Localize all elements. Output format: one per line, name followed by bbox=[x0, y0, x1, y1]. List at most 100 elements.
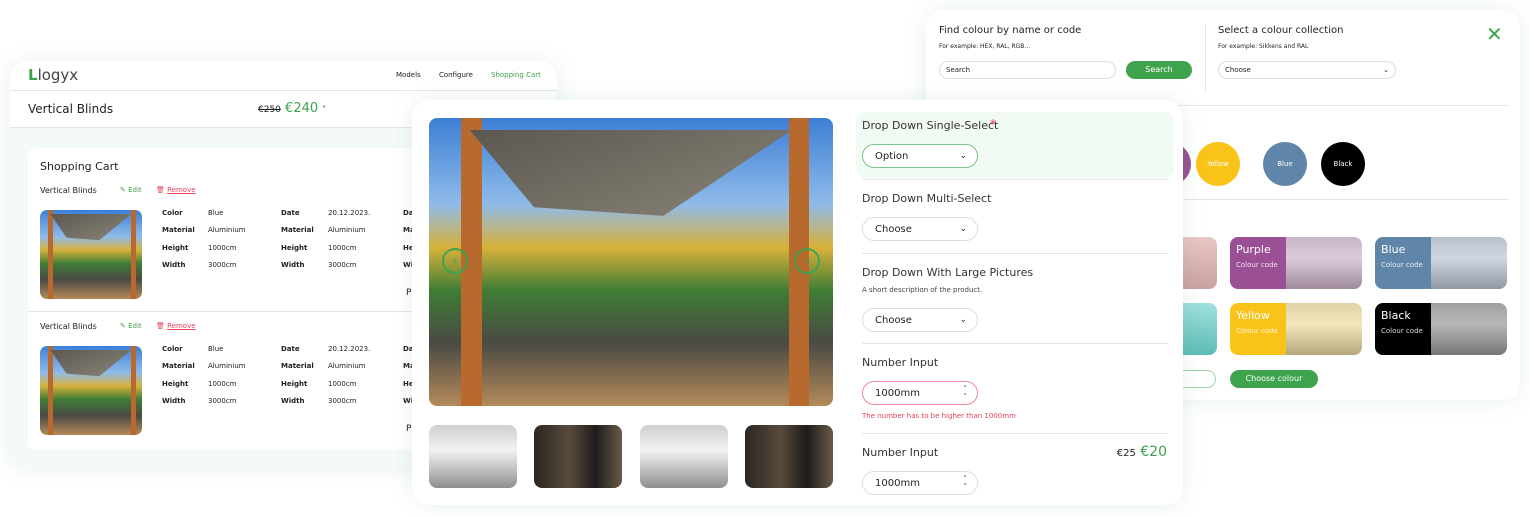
field-label: Drop Down With Large Pictures bbox=[862, 266, 1034, 279]
spec-label: Width bbox=[162, 260, 186, 269]
error-message: The number has to be higher than 1000mm bbox=[862, 412, 1016, 420]
spec-value: 1000cm bbox=[208, 243, 237, 252]
multi-select-dropdown[interactable]: Choose ⌄ bbox=[862, 217, 978, 241]
collection-select[interactable]: Choose ⌄ bbox=[1218, 61, 1396, 79]
spec-value: Aluminium bbox=[328, 226, 366, 235]
cart-item-price: P bbox=[406, 424, 412, 434]
old-price: €250 bbox=[258, 105, 281, 115]
edit-button[interactable]: ✎ Edit bbox=[120, 186, 142, 194]
cart-item-price: P bbox=[406, 288, 412, 298]
single-select-dropdown[interactable]: Option ⌄ bbox=[862, 144, 978, 168]
spec-label: Color bbox=[162, 209, 183, 217]
chevron-down-icon: ⌄ bbox=[959, 224, 967, 234]
colour-card[interactable]: Blue Colour code bbox=[1375, 237, 1507, 289]
spec-label: Width bbox=[281, 260, 305, 269]
configurator-panel: ‹ › Drop Down Single-Select * Option ⌄ Dr… bbox=[412, 100, 1183, 505]
field-label: Drop Down Single-Select bbox=[862, 119, 999, 132]
cart-item-name: Vertical Blinds bbox=[40, 322, 97, 331]
spec-label: Color bbox=[162, 345, 183, 353]
find-colour-title: Find colour by name or code bbox=[939, 25, 1082, 36]
spec-value: 3000cm bbox=[208, 396, 237, 405]
remove-button[interactable]: 🗑 Remove bbox=[156, 322, 196, 330]
cart-item-image bbox=[40, 346, 142, 435]
nav-shopping-cart[interactable]: Shopping Cart bbox=[491, 71, 541, 79]
logo[interactable]: Llogyx bbox=[28, 66, 78, 84]
pencil-icon: ✎ bbox=[120, 322, 126, 330]
stepper-icon[interactable]: ˄ ˅ bbox=[964, 475, 968, 491]
field-description: A short description of the product. bbox=[862, 286, 983, 294]
spec-label: Material bbox=[162, 226, 195, 235]
chevron-down-icon: ⌄ bbox=[959, 315, 967, 325]
product-image bbox=[429, 118, 833, 406]
thumbnail[interactable] bbox=[534, 425, 622, 488]
field-price: €25 €20 bbox=[1116, 444, 1167, 460]
trash-icon: 🗑 bbox=[156, 186, 165, 194]
spec-value: 1000cm bbox=[328, 379, 357, 388]
nav-models[interactable]: Models bbox=[396, 71, 421, 79]
stepper-icon[interactable]: ˄ ˅ bbox=[964, 385, 968, 401]
spec-label: Height bbox=[281, 243, 308, 252]
spec-value: 1000cm bbox=[208, 379, 237, 388]
previous-image-button[interactable]: ‹ bbox=[442, 248, 468, 274]
large-pictures-dropdown[interactable]: Choose ⌄ bbox=[862, 308, 978, 332]
price-dropdown[interactable]: €250 €240 ˅ bbox=[258, 101, 326, 116]
thumbnail[interactable] bbox=[429, 425, 517, 488]
spec-value: 20.12.2023. bbox=[328, 209, 371, 217]
spec-label: Date bbox=[281, 345, 300, 353]
trash-icon: 🗑 bbox=[156, 322, 165, 330]
find-colour-hint: For example: HEX, RAL, RGB... bbox=[939, 43, 1031, 50]
spec-value: 3000cm bbox=[208, 260, 237, 269]
spec-label: Material bbox=[281, 362, 314, 371]
spec-value: Blue bbox=[208, 345, 224, 353]
field-label: Number Input bbox=[862, 446, 939, 459]
number-input-error[interactable]: 1000mm ˄ ˅ bbox=[862, 381, 978, 405]
search-button[interactable]: Search bbox=[1126, 61, 1192, 79]
chevron-down-icon: ⌄ bbox=[959, 151, 967, 161]
cart-item-name: Vertical Blinds bbox=[40, 186, 97, 195]
nav-configure[interactable]: Configure bbox=[439, 71, 473, 79]
next-image-button[interactable]: › bbox=[794, 248, 820, 274]
collection-title: Select a colour collection bbox=[1218, 25, 1344, 36]
pencil-icon: ✎ bbox=[120, 186, 126, 194]
colour-card[interactable]: Black Colour code bbox=[1375, 303, 1507, 355]
collection-hint: For example: Sikkens and RAL bbox=[1218, 43, 1309, 50]
colour-search-input[interactable]: Search bbox=[939, 61, 1116, 79]
field-label: Number Input bbox=[862, 356, 939, 369]
close-icon[interactable]: ✕ bbox=[1486, 24, 1503, 44]
spec-label: Height bbox=[162, 243, 189, 252]
thumbnail[interactable] bbox=[745, 425, 833, 488]
spec-label: Material bbox=[281, 226, 314, 235]
spec-label: Height bbox=[281, 379, 308, 388]
field-label: Drop Down Multi-Select bbox=[862, 192, 992, 205]
spec-value: Aluminium bbox=[208, 226, 246, 235]
spec-label: Width bbox=[162, 396, 186, 405]
remove-button[interactable]: 🗑 Remove bbox=[156, 186, 196, 194]
spec-label: Material bbox=[162, 362, 195, 371]
colour-card[interactable]: Yellow Colour code bbox=[1230, 303, 1362, 355]
choose-colour-button[interactable]: Choose colour bbox=[1230, 370, 1318, 388]
colour-circle[interactable]: Black bbox=[1321, 142, 1365, 186]
spec-value: 20.12.2023. bbox=[328, 345, 371, 353]
colour-circle[interactable]: Blue bbox=[1263, 142, 1307, 186]
required-marker: * bbox=[990, 117, 996, 131]
colour-card[interactable]: Purple Colour code bbox=[1230, 237, 1362, 289]
edit-button[interactable]: ✎ Edit bbox=[120, 322, 142, 330]
colour-circle[interactable]: Yellow bbox=[1196, 142, 1240, 186]
chevron-down-icon: ˅ bbox=[322, 105, 327, 114]
spec-value: 3000cm bbox=[328, 260, 357, 269]
spec-value: 1000cm bbox=[328, 243, 357, 252]
spec-value: 3000cm bbox=[328, 396, 357, 405]
spec-value: Aluminium bbox=[208, 362, 246, 371]
chevron-down-icon: ⌄ bbox=[1383, 66, 1389, 74]
spec-label: Width bbox=[281, 396, 305, 405]
price: €240 bbox=[285, 101, 319, 116]
number-input[interactable]: 1000mm ˄ ˅ bbox=[862, 471, 978, 495]
spec-label: Date bbox=[281, 209, 300, 217]
thumbnail[interactable] bbox=[640, 425, 728, 488]
spec-value: Blue bbox=[208, 209, 224, 217]
cart-item-image bbox=[40, 210, 142, 299]
cart-title: Shopping Cart bbox=[40, 160, 119, 173]
spec-value: Aluminium bbox=[328, 362, 366, 371]
product-title: Vertical Blinds bbox=[28, 102, 114, 116]
spec-label: Height bbox=[162, 379, 189, 388]
